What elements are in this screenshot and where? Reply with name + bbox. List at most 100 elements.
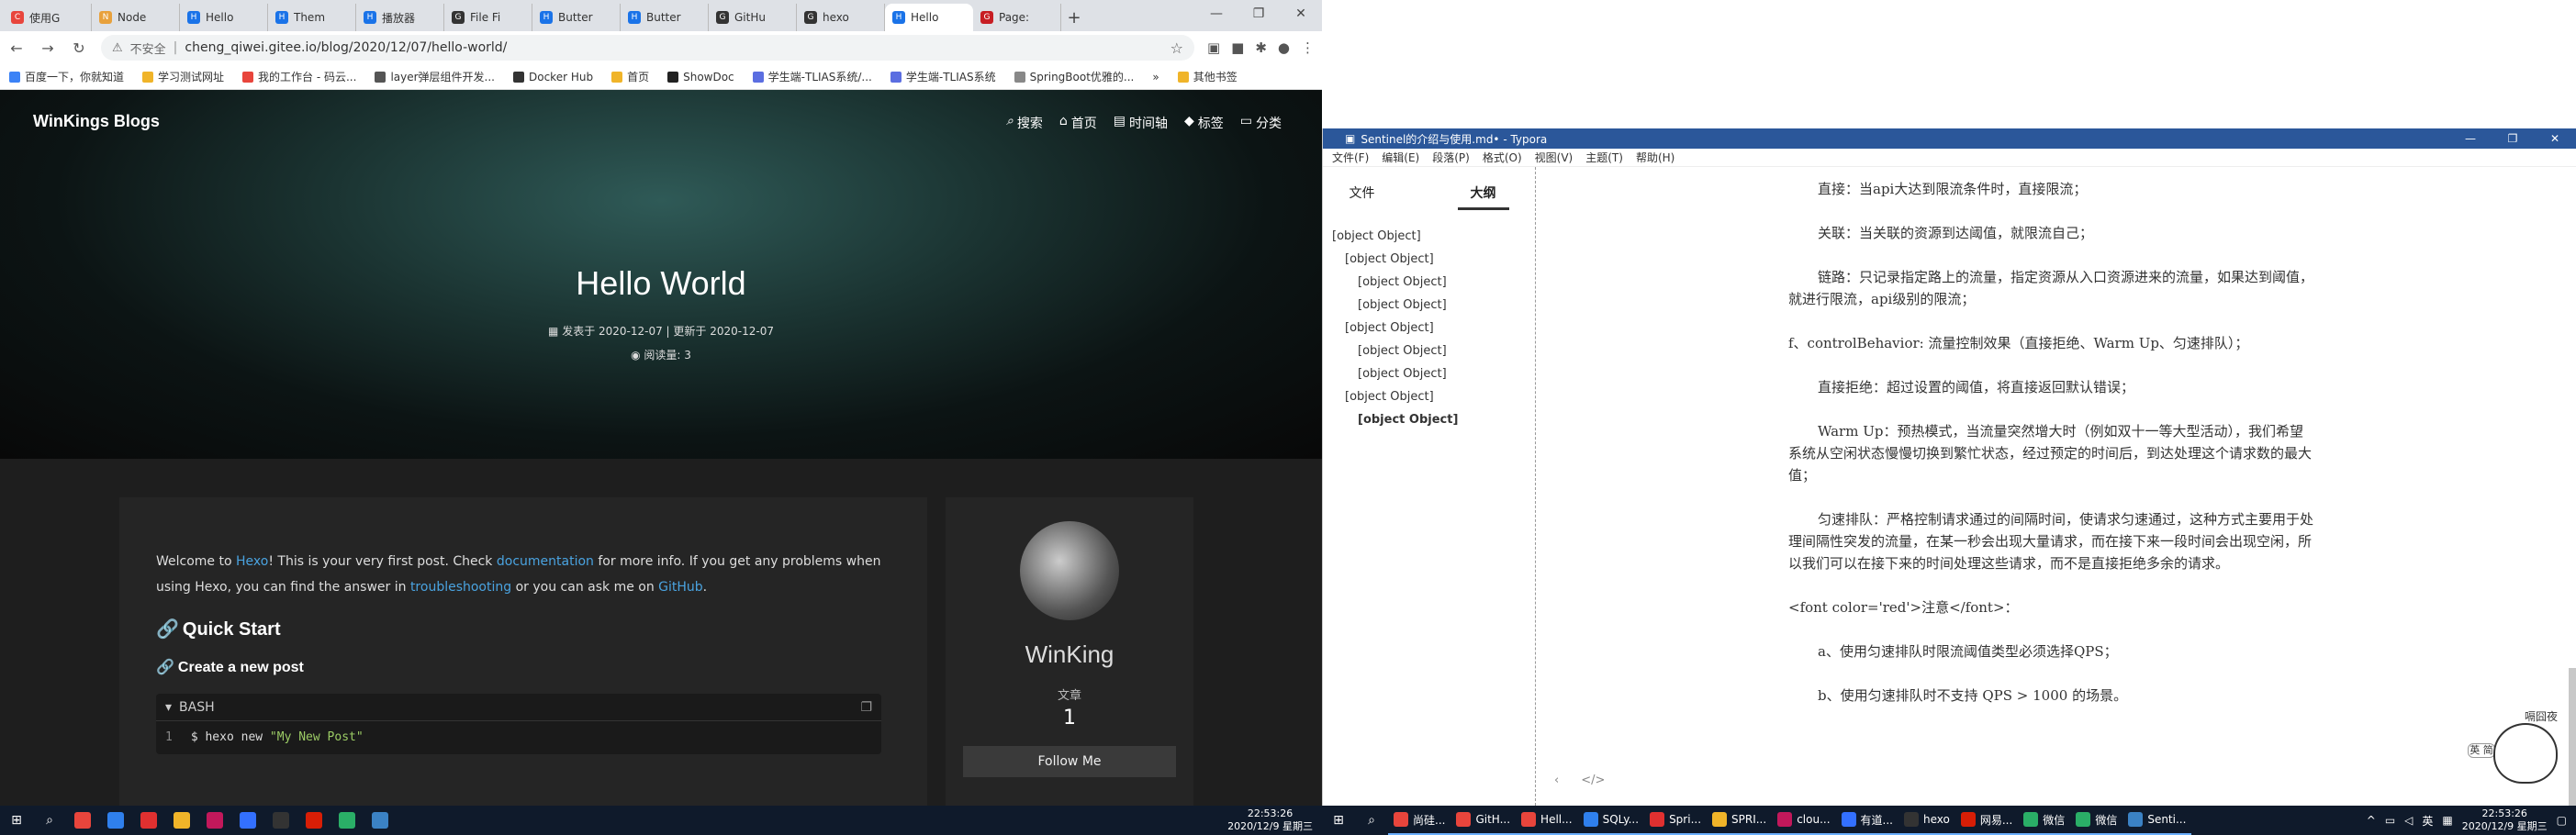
editor-paragraph[interactable]: f、controlBehavior: 流量控制效果（直接拒绝、Warm Up、匀… (1788, 332, 2316, 354)
editor-paragraph[interactable]: 关联：当关联的资源到达阈值，就限流自己； (1788, 222, 2316, 244)
close-button[interactable]: ✕ (1280, 0, 1322, 28)
taskbar-app[interactable]: 微信 (2018, 806, 2071, 835)
browser-tab[interactable]: H Butter (621, 4, 709, 31)
editor-paragraph[interactable]: 匀速排队：严格控制请求通过的间隔时间，使请求匀速通过，这种方式主要用于处理间隔性… (1788, 508, 2316, 574)
code-header[interactable]: ▾ BASH ❐ (156, 694, 881, 721)
outline-item[interactable]: [object Object] (1323, 294, 1535, 317)
taskbar-app[interactable]: Hell... (1516, 806, 1578, 835)
editor-paragraph[interactable]: <font color='red'>注意</font>： (1788, 596, 2316, 618)
editor-paragraph[interactable]: a、使用匀速排队时限流阈值类型必须选择QPS； (1788, 640, 2316, 662)
taskbar-app[interactable]: 尚硅... (1388, 806, 1451, 835)
maximize-button[interactable]: ❐ (1238, 0, 1280, 28)
feishu-taskbar-icon[interactable] (231, 806, 264, 835)
browser-tab[interactable]: Ghexo (797, 4, 885, 31)
editor-paragraph[interactable]: Warm Up：预热模式，当流量突然增大时（例如双十一等大型活动），我们希望系统… (1788, 420, 2316, 486)
menu-categories[interactable]: ▭ 分类 (1240, 114, 1282, 132)
xmind-taskbar-icon[interactable] (132, 806, 165, 835)
bookmark-item[interactable]: 学习测试网址 (142, 69, 224, 84)
browser-tab[interactable]: H 播放器 (356, 4, 444, 31)
taskbar-app[interactable]: SPRI... (1707, 806, 1773, 835)
browser-tab[interactable]: H Butter (532, 4, 621, 31)
bookmark-item[interactable]: 学生端-TLIAS系统/... (752, 69, 872, 84)
search-icon[interactable]: ⌕ (33, 806, 66, 835)
omnibox[interactable]: ⚠ 不安全 | cheng_qiwei.gitee.io/blog/2020/1… (101, 35, 1194, 61)
browser-tab[interactable]: N Node (92, 4, 180, 31)
reload-icon[interactable]: ↻ (70, 39, 88, 57)
outline-item[interactable]: [object Object] (1323, 317, 1535, 340)
chrome-taskbar-icon[interactable] (66, 806, 99, 835)
volume-icon[interactable]: ◁ (2404, 814, 2413, 827)
bookmark-item[interactable]: 百度一下，你就知道 (9, 69, 124, 84)
taskbar-app[interactable]: hexo (1898, 806, 1955, 835)
taskbar-app[interactable]: clou... (1772, 806, 1836, 835)
typora-menu-item[interactable]: 主题(T) (1585, 150, 1623, 165)
outline-item[interactable]: [object Object] (1323, 362, 1535, 385)
hexo-link[interactable]: Hexo (236, 554, 268, 569)
troubleshooting-link[interactable]: troubleshooting (410, 580, 511, 595)
outline-item[interactable]: [object Object] (1323, 225, 1535, 248)
menu-home[interactable]: ⌂ 首页 (1059, 114, 1097, 132)
browser-tab[interactable]: G GitHu (709, 4, 797, 31)
browser-tab[interactable]: H Them (268, 4, 356, 31)
taskbar-clock[interactable]: 22:53:26 2020/12/9 星期三 (2462, 807, 2548, 833)
puzzle-icon[interactable]: ✱ (1255, 39, 1267, 56)
editor-paragraph[interactable]: 链路：只记录指定路上的流量，指定资源从入口资源进来的流量，如果达到阈值，就进行限… (1788, 266, 2316, 310)
network-icon[interactable]: ▭ (2385, 814, 2395, 827)
bookmark-item[interactable]: 学生端-TLIAS系统 (890, 69, 996, 84)
browser-tab[interactable]: C 使用G (4, 4, 92, 31)
forward-icon[interactable]: → (39, 39, 57, 57)
editor-paragraph[interactable]: 直接拒绝：超过设置的阈值，将直接返回默认错误； (1788, 376, 2316, 398)
tray-chevron-icon[interactable]: ^ (2367, 814, 2376, 827)
bookmark-item[interactable]: 其他书签 (1177, 69, 1238, 84)
outline-item[interactable]: [object Object] (1323, 340, 1535, 362)
start-button[interactable]: ⊞ (1322, 806, 1355, 835)
typora-close-button[interactable]: ✕ (2534, 128, 2576, 149)
typora-menu-item[interactable]: 格式(O) (1483, 150, 1522, 165)
taskbar-app[interactable]: 网易... (1954, 806, 2019, 835)
idea-taskbar-icon[interactable] (198, 806, 231, 835)
typora-taskbar-icon[interactable] (364, 806, 397, 835)
minimize-button[interactable]: — (1195, 0, 1238, 28)
editor-paragraph[interactable]: 直接：当api大达到限流条件时，直接限流； (1788, 178, 2316, 200)
articles-count[interactable]: 1 (946, 707, 1193, 729)
tab-outline[interactable]: 大纲 (1457, 184, 1509, 210)
notes-taskbar-icon[interactable] (165, 806, 198, 835)
taskbar-app[interactable]: 有道... (1835, 806, 1898, 835)
outline-item[interactable]: [object Object] (1323, 408, 1535, 431)
netease-taskbar-icon[interactable] (297, 806, 330, 835)
search-icon[interactable]: ⌕ (1355, 806, 1388, 835)
taskbar-app[interactable]: Senti... (2122, 806, 2192, 835)
new-tab-button[interactable]: + (1061, 4, 1087, 31)
extension-badge-icon[interactable]: ■ (1231, 39, 1244, 56)
ime-indicator[interactable]: 英 (2422, 813, 2433, 829)
start-button[interactable]: ⊞ (0, 806, 33, 835)
outline-item[interactable]: [object Object] (1323, 271, 1535, 294)
taskbar-clock[interactable]: 22:53:26 2020/12/9 星期三 (1227, 807, 1313, 833)
menu-kebab-icon[interactable]: ⋮ (1301, 39, 1315, 56)
back-icon[interactable]: ← (7, 39, 26, 57)
vscode-taskbar-icon[interactable] (99, 806, 132, 835)
menu-timeline[interactable]: ▤ 时间轴 (1114, 114, 1168, 132)
tab-files[interactable]: 文件 (1350, 184, 1375, 210)
bookmark-item[interactable]: SpringBoot优雅的... (1014, 69, 1134, 84)
wechat-taskbar-icon[interactable] (330, 806, 364, 835)
typora-menu-item[interactable]: 编辑(E) (1382, 150, 1419, 165)
menu-tags[interactable]: ◆ 标签 (1184, 114, 1224, 132)
mascot-widget[interactable]: 嗝囧夜 英 简 (2468, 708, 2559, 791)
bookmark-star-icon[interactable]: ☆ (1170, 39, 1183, 57)
toggle-sidebar-button[interactable]: ‹ (1554, 774, 1559, 787)
outline-item[interactable]: [object Object] (1323, 248, 1535, 271)
browser-tab[interactable]: G File Fi (444, 4, 532, 31)
browser-tab[interactable]: H Hello (885, 4, 973, 31)
notification-icon[interactable]: ▢ (2557, 814, 2567, 827)
taskbar-app[interactable]: Spri... (1644, 806, 1708, 835)
github-link[interactable]: GitHub (658, 580, 703, 595)
documentation-link[interactable]: documentation (497, 554, 594, 569)
typora-menu-item[interactable]: 帮助(H) (1636, 150, 1674, 165)
typora-minimize-button[interactable]: — (2449, 128, 2492, 149)
editor-area[interactable]: 直接：当api大达到限流条件时，直接限流； 关联：当关联的资源到达阈值，就限流自己… (1536, 167, 2576, 806)
typora-menu-item[interactable]: 段落(P) (1432, 150, 1470, 165)
profile-icon[interactable]: ● (1278, 39, 1290, 56)
typora-menu-item[interactable]: 视图(V) (1535, 150, 1574, 165)
translate-icon[interactable]: ▣ (1207, 39, 1220, 56)
